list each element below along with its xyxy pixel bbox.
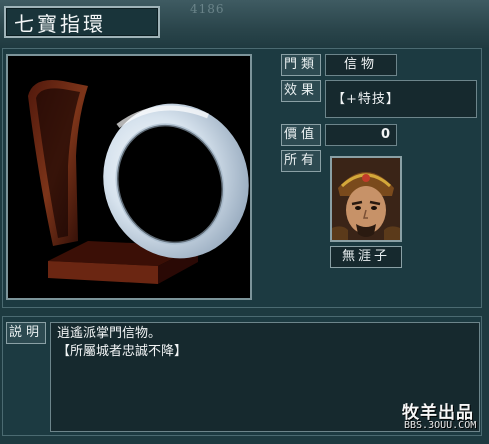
description-line: 逍遙派掌門信物。 (57, 326, 162, 341)
watermark-url: BBS.3OUU.COM (404, 420, 477, 431)
owner-name: 無涯子 (330, 246, 402, 268)
class-value: 信物 (325, 54, 397, 76)
owner-label: 所有 (281, 150, 321, 172)
value-amount: 0 (325, 124, 397, 146)
owner-portrait[interactable] (330, 156, 402, 242)
class-label: 門類 (281, 54, 321, 76)
item-image (6, 54, 252, 300)
description-label: 説明 (6, 322, 46, 344)
effect-value: 【+特技】 (325, 80, 477, 118)
item-title: 七寶指環 (14, 12, 106, 36)
effect-label: 效果 (281, 80, 321, 102)
background-counter: 4186 (190, 2, 225, 16)
ring-illustration (8, 56, 250, 298)
description-line: 【所屬城者忠誠不降】 (57, 344, 188, 359)
portrait-face-icon (332, 158, 400, 240)
value-label: 價值 (281, 124, 321, 146)
